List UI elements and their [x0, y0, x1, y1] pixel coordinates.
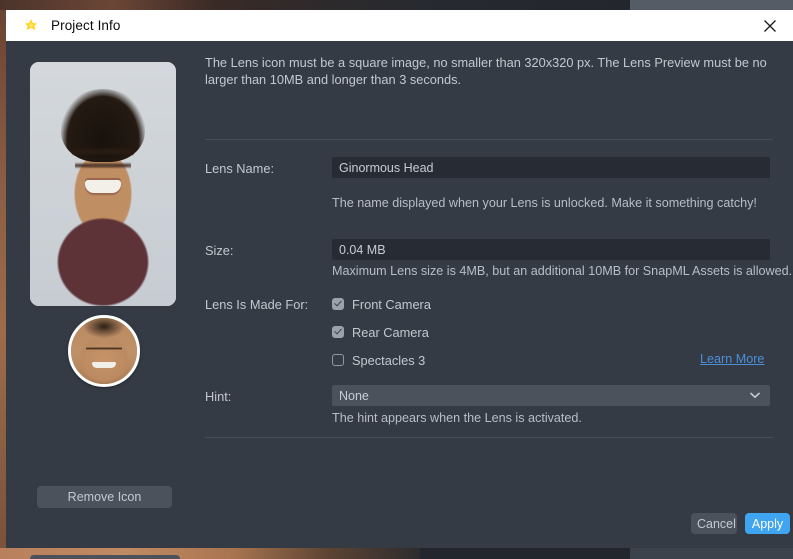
remove-icon-button[interactable]: Remove Icon [37, 486, 172, 508]
lens-name-label: Lens Name: [205, 161, 274, 176]
dialog-body: Remove Icon Show Project in Explorer The… [6, 41, 793, 559]
divider-top [205, 139, 773, 140]
portrait-smile [85, 180, 121, 193]
thumbnail-smile [92, 361, 116, 369]
hint-dropdown[interactable]: None [332, 385, 770, 406]
desktop-background-bottom-gap [630, 548, 793, 559]
show-project-in-explorer-button[interactable]: Show Project in Explorer [30, 555, 180, 559]
icon-requirements-note: The Lens icon must be a square image, no… [205, 55, 767, 87]
checkbox-front-camera-box[interactable] [332, 298, 344, 310]
thumbnail-photo [71, 318, 137, 384]
lens-icon-preview[interactable] [30, 62, 176, 306]
portrait-eyes [75, 162, 131, 170]
project-info-dialog: Project Info Remove Icon The Lens icon m… [6, 10, 793, 559]
desktop-background-top-left [0, 0, 630, 10]
size-value-field [332, 239, 770, 260]
hint-helper-text: The hint appears when the Lens is activa… [332, 411, 582, 425]
checkbox-spectacles-3-box[interactable] [332, 354, 344, 366]
learn-more-link[interactable]: Learn More [700, 352, 764, 366]
size-label: Size: [205, 243, 234, 258]
thumbnail-eyebrows [85, 347, 123, 351]
icon-preview-column: Remove Icon Show Project in Explorer [6, 41, 196, 559]
hint-selected-value: None [339, 388, 369, 403]
project-info-form: The Lens icon must be a square image, no… [196, 41, 793, 548]
dialog-title: Project Info [51, 18, 121, 33]
desktop-background-top-middle [630, 0, 793, 10]
checkbox-spectacles-3-label: Spectacles 3 [352, 352, 426, 368]
apply-button[interactable]: Apply [745, 513, 790, 534]
cancel-button[interactable]: Cancel [691, 513, 737, 534]
lens-name-helper-text: The name displayed when your Lens is unl… [332, 196, 757, 210]
checkbox-spectacles-3[interactable]: Spectacles 3 [332, 352, 425, 368]
checkbox-rear-camera-label: Rear Camera [352, 324, 429, 340]
lens-name-input[interactable] [332, 157, 770, 178]
close-icon[interactable] [747, 10, 793, 41]
checkbox-rear-camera[interactable]: Rear Camera [332, 324, 429, 340]
screen: Project Info Remove Icon The Lens icon m… [0, 0, 793, 559]
hint-label: Hint: [205, 389, 232, 404]
lens-preview-thumbnail[interactable] [68, 315, 140, 387]
checkbox-rear-camera-box[interactable] [332, 326, 344, 338]
chevron-down-icon [746, 392, 764, 399]
lens-made-for-label: Lens Is Made For: [205, 297, 309, 312]
portrait-eyebrows [72, 147, 134, 156]
checkbox-front-camera-label: Front Camera [352, 296, 431, 312]
lens-studio-star-icon [25, 18, 37, 30]
checkbox-front-camera[interactable]: Front Camera [332, 296, 431, 312]
size-helper-text: Maximum Lens size is 4MB, but an additio… [332, 264, 793, 278]
dialog-titlebar: Project Info [6, 10, 793, 41]
divider-bottom [205, 437, 773, 438]
